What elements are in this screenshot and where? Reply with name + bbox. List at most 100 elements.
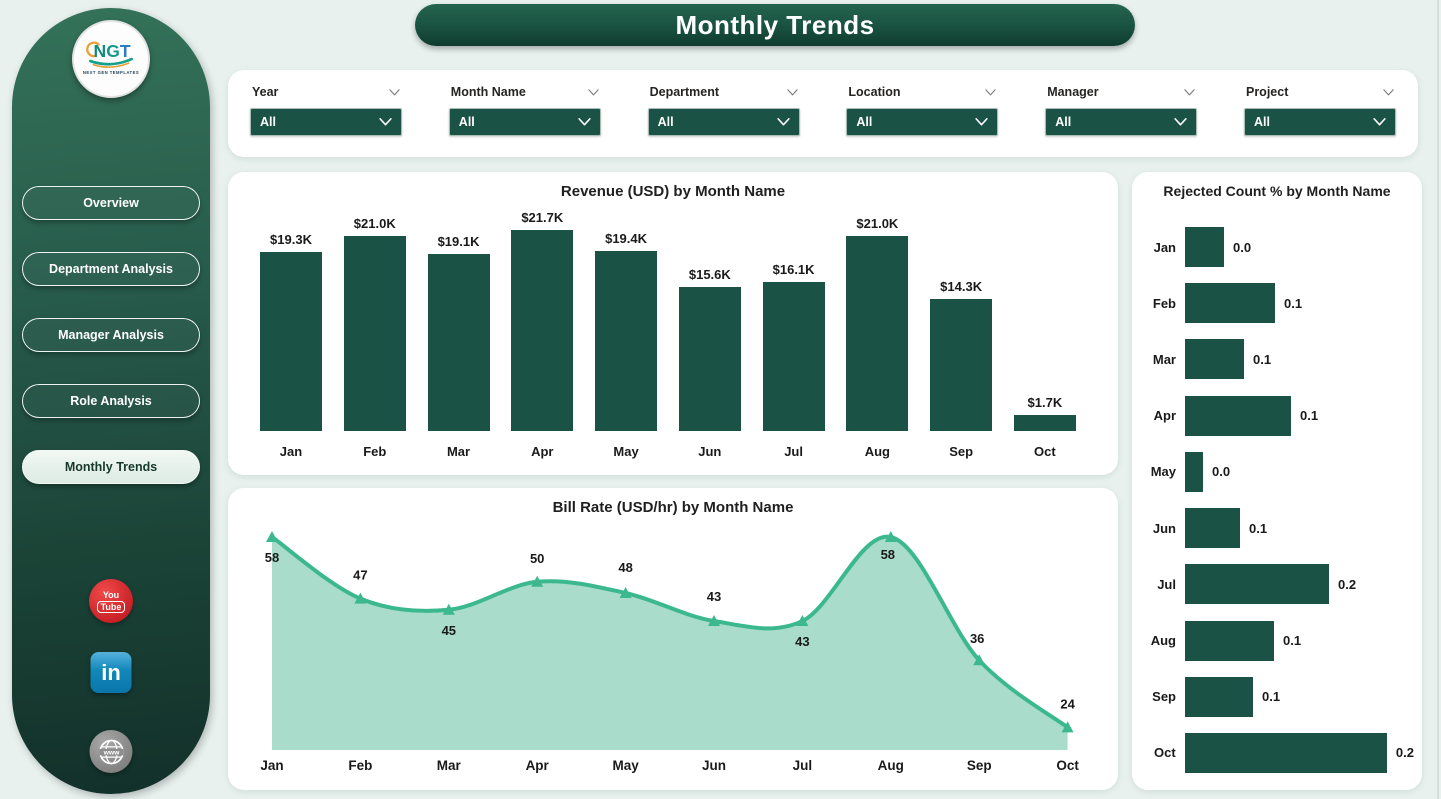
filter-label: Year bbox=[252, 85, 278, 99]
revenue-bar-may[interactable]: $19.4K bbox=[595, 231, 657, 431]
bar[interactable] bbox=[511, 230, 573, 431]
filter-dropdown-year[interactable]: All bbox=[250, 108, 402, 136]
filter-dropdown-month-name[interactable]: All bbox=[449, 108, 601, 136]
bar[interactable] bbox=[428, 254, 490, 431]
revenue-bar-mar[interactable]: $19.1K bbox=[428, 234, 490, 431]
bar-value-label: 0.1 bbox=[1284, 296, 1302, 311]
bar[interactable] bbox=[930, 299, 992, 431]
chevron-down-icon bbox=[1184, 89, 1195, 96]
filter-dropdown-location[interactable]: All bbox=[846, 108, 998, 136]
filter-header[interactable]: Year bbox=[250, 83, 402, 99]
point-value-label: 58 bbox=[265, 550, 279, 565]
sidebar-item-monthly-trends[interactable]: Monthly Trends bbox=[22, 450, 200, 484]
x-axis-label: Apr bbox=[526, 758, 550, 773]
youtube-icon[interactable]: You Tube bbox=[89, 579, 133, 623]
revenue-bar-jun[interactable]: $15.6K bbox=[679, 267, 741, 431]
revenue-bar-apr[interactable]: $21.7K bbox=[511, 210, 573, 431]
filter-header[interactable]: Manager bbox=[1045, 83, 1197, 99]
filter-selected-value: All bbox=[658, 115, 674, 129]
billrate-chart-card: Bill Rate (USD/hr) by Month Name 58Jan47… bbox=[228, 488, 1118, 790]
filter-dropdown-project[interactable]: All bbox=[1244, 108, 1396, 136]
filter-header[interactable]: Project bbox=[1244, 83, 1396, 99]
y-axis-label: Apr bbox=[1144, 408, 1176, 423]
linkedin-label: in bbox=[101, 660, 121, 686]
x-axis-label: Oct bbox=[1014, 444, 1076, 459]
bar[interactable] bbox=[1185, 339, 1244, 379]
bar[interactable] bbox=[260, 252, 322, 431]
chevron-down-icon bbox=[975, 118, 988, 126]
bar-value-label: 0.1 bbox=[1262, 689, 1280, 704]
revenue-bar-jul[interactable]: $16.1K bbox=[763, 262, 825, 431]
dashboard: NGT NEXT GEN TEMPLATES Overview Departmen… bbox=[0, 0, 1441, 799]
ngt-logo[interactable]: NGT NEXT GEN TEMPLATES bbox=[72, 20, 150, 98]
y-axis-label: Oct bbox=[1144, 745, 1176, 760]
svg-text:www: www bbox=[102, 749, 120, 756]
filter-selected-value: All bbox=[1055, 115, 1071, 129]
sidebar-item-overview[interactable]: Overview bbox=[22, 186, 200, 220]
bar-value-label: $15.6K bbox=[689, 267, 731, 282]
chevron-down-icon bbox=[777, 118, 790, 126]
revenue-x-axis: JanFebMarAprMayJunJulAugSepOct bbox=[260, 444, 1076, 459]
x-axis-label: Aug bbox=[878, 758, 904, 773]
bar[interactable] bbox=[1014, 415, 1076, 431]
x-axis-label: Sep bbox=[930, 444, 992, 459]
rejected-row-jan: Jan0.0 bbox=[1144, 222, 1414, 272]
bar-value-label: $16.1K bbox=[773, 262, 815, 277]
revenue-bar-oct[interactable]: $1.7K bbox=[1014, 395, 1076, 431]
bar[interactable] bbox=[763, 282, 825, 431]
bar[interactable] bbox=[595, 251, 657, 431]
revenue-bar-feb[interactable]: $21.0K bbox=[344, 216, 406, 431]
bar-value-label: 0.2 bbox=[1396, 745, 1414, 760]
chevron-down-icon bbox=[985, 89, 996, 96]
bar[interactable] bbox=[344, 236, 406, 431]
filter-header[interactable]: Month Name bbox=[449, 83, 601, 99]
chevron-down-icon bbox=[1373, 118, 1386, 126]
bar[interactable] bbox=[846, 236, 908, 431]
filter-header[interactable]: Location bbox=[846, 83, 998, 99]
rejected-chart: Jan0.0Feb0.1Mar0.1Apr0.1May0.0Jun0.1Jul0… bbox=[1144, 222, 1414, 778]
bar[interactable] bbox=[1185, 227, 1224, 267]
ngt-logo-icon: NGT NEXT GEN TEMPLATES bbox=[78, 26, 144, 92]
bar[interactable] bbox=[1185, 396, 1291, 436]
bar-value-label: 0.1 bbox=[1300, 408, 1318, 423]
filter-selected-value: All bbox=[1254, 115, 1270, 129]
bar[interactable] bbox=[1185, 733, 1387, 773]
bar[interactable] bbox=[1185, 508, 1240, 548]
filter-dropdown-department[interactable]: All bbox=[648, 108, 800, 136]
filter-header[interactable]: Department bbox=[648, 83, 800, 99]
x-axis-label: Jul bbox=[793, 758, 813, 773]
chevron-down-icon bbox=[787, 89, 798, 96]
bar[interactable] bbox=[1185, 283, 1275, 323]
x-axis-label: Mar bbox=[428, 444, 490, 459]
bar[interactable] bbox=[1185, 677, 1253, 717]
website-globe-icon[interactable]: www bbox=[90, 730, 133, 773]
bar[interactable] bbox=[1185, 452, 1203, 492]
x-axis-label: May bbox=[595, 444, 657, 459]
filter-dropdown-manager[interactable]: All bbox=[1045, 108, 1197, 136]
bar[interactable] bbox=[1185, 621, 1274, 661]
globe-glyph: www bbox=[94, 735, 128, 769]
area-point-jan[interactable] bbox=[266, 531, 278, 542]
bar-value-label: $21.0K bbox=[354, 216, 396, 231]
revenue-bar-sep[interactable]: $14.3K bbox=[930, 279, 992, 431]
sidebar-item-department-analysis[interactable]: Department Analysis bbox=[22, 252, 200, 286]
revenue-bar-aug[interactable]: $21.0K bbox=[846, 216, 908, 431]
sidebar-item-role-analysis[interactable]: Role Analysis bbox=[22, 384, 200, 418]
rejected-row-oct: Oct 0.2 bbox=[1144, 728, 1414, 778]
rejected-row-jun: Jun0.1 bbox=[1144, 503, 1414, 553]
rejected-chart-title: Rejected Count % by Month Name bbox=[1132, 183, 1422, 199]
rejected-row-mar: Mar0.1 bbox=[1144, 334, 1414, 384]
bar[interactable] bbox=[1185, 564, 1329, 604]
chevron-down-icon bbox=[1174, 118, 1187, 126]
filter-group-month-name: Month Name All bbox=[449, 83, 601, 157]
x-axis-label: May bbox=[612, 758, 639, 773]
bar[interactable] bbox=[679, 287, 741, 431]
youtube-label-bottom: Tube bbox=[97, 601, 126, 613]
revenue-bar-jan[interactable]: $19.3K bbox=[260, 232, 322, 431]
sidebar-item-manager-analysis[interactable]: Manager Analysis bbox=[22, 318, 200, 352]
linkedin-icon[interactable]: in bbox=[91, 652, 132, 693]
bar-value-label: $14.3K bbox=[940, 279, 982, 294]
page-title: Monthly Trends bbox=[675, 10, 874, 41]
revenue-chart-title: Revenue (USD) by Month Name bbox=[228, 183, 1118, 200]
point-value-label: 36 bbox=[970, 631, 984, 646]
